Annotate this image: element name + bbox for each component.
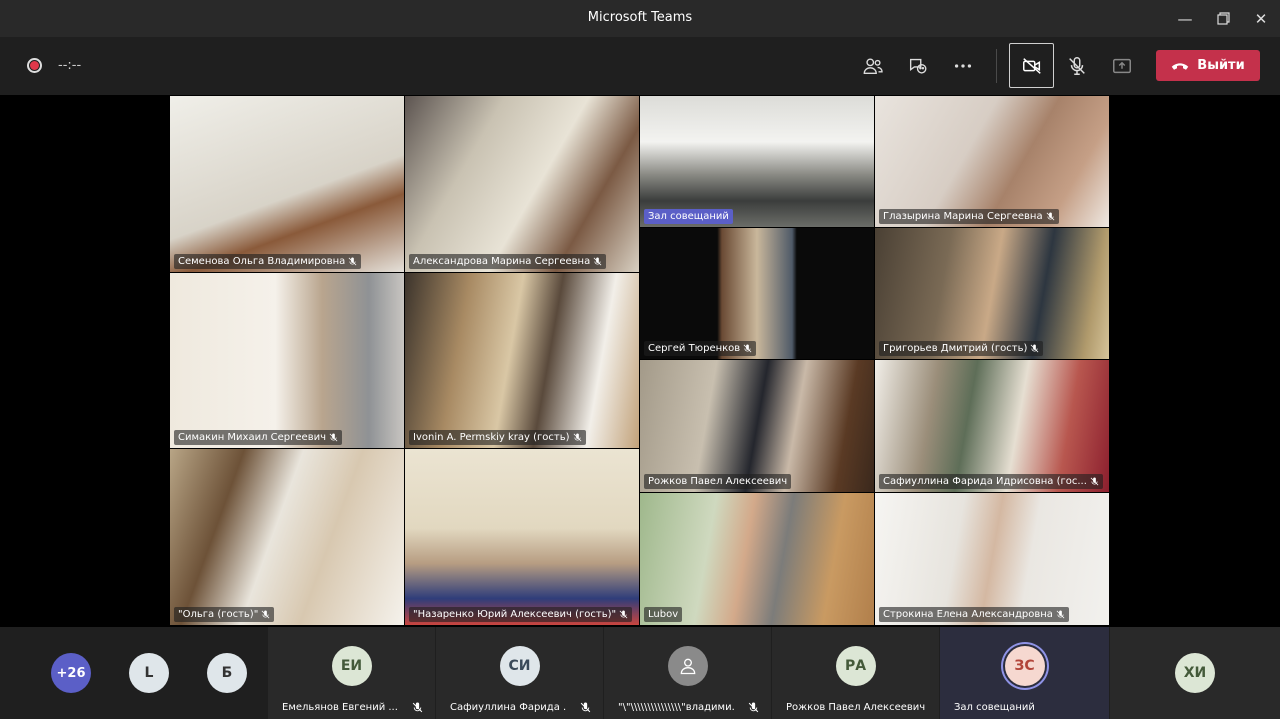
- overflow-count: +26: [51, 653, 91, 693]
- participant-avatar[interactable]: L: [124, 627, 174, 719]
- close-icon: ✕: [1254, 9, 1268, 28]
- video-tile[interactable]: Зал совещаний: [640, 96, 874, 227]
- toolbar-divider: [996, 49, 997, 83]
- people-icon: [863, 58, 883, 75]
- close-button[interactable]: ✕: [1242, 0, 1280, 37]
- minimize-icon: —: [1177, 9, 1193, 28]
- microphone-off-icon: [748, 702, 759, 713]
- participant-label: "Ольга (гость)": [174, 607, 275, 622]
- participant-label: Глазырина Марина Сергеевна: [879, 209, 1059, 224]
- microphone-icon: [743, 344, 752, 353]
- avatar-generic: [667, 646, 708, 686]
- chat-button[interactable]: [902, 50, 934, 82]
- meeting-toolbar: --:-- Выйти: [0, 37, 1280, 95]
- overflow-participants-button[interactable]: +26: [46, 627, 96, 719]
- microphone-icon: [1090, 477, 1099, 486]
- avatar-initials: Б: [207, 653, 247, 693]
- share-screen-button[interactable]: [1106, 50, 1138, 82]
- ellipsis-icon: [954, 64, 972, 68]
- hang-up-icon: [1172, 62, 1189, 70]
- participant-tile[interactable]: "\"\\\\\\\\\\\\\\\"владими...: [604, 627, 771, 719]
- video-grid: Семенова Ольга Владимировна Александрова…: [0, 95, 1280, 627]
- microphone-off-icon: [1069, 57, 1085, 75]
- video-tile[interactable]: "Назаренко Юрий Алексеевич (гость)": [405, 449, 639, 625]
- participant-tile[interactable]: ХИ: [1110, 627, 1280, 719]
- leave-label: Выйти: [1197, 58, 1245, 73]
- participant-name: Зал совещаний: [954, 702, 1035, 713]
- participant-tile[interactable]: СИ Сафиуллина Фарида ...: [436, 627, 603, 719]
- participant-strip: +26 L Б ЕИ Емельянов Евгений ... СИ Сафи…: [0, 627, 1280, 719]
- microphone-icon: [619, 610, 628, 619]
- video-tile[interactable]: Lubov: [640, 493, 874, 625]
- participant-label: Строкина Елена Александровна: [879, 607, 1069, 622]
- more-actions-button[interactable]: [947, 50, 979, 82]
- participant-label: Рожков Павел Алексеевич: [644, 474, 792, 489]
- participant-name: Емельянов Евгений ...: [282, 702, 398, 713]
- microphone-icon: [348, 257, 357, 266]
- camera-toggle-button[interactable]: [1009, 43, 1054, 88]
- participant-label: Александрова Марина Сергеевна: [409, 254, 607, 269]
- microphone-icon: [573, 433, 581, 442]
- participant-label: Зал совещаний: [644, 209, 733, 224]
- microphone-toggle-button[interactable]: [1061, 50, 1093, 82]
- avatar-initials: РА: [835, 646, 876, 686]
- camera-off-icon: [1022, 57, 1041, 74]
- microphone-icon: [261, 610, 270, 619]
- restore-button[interactable]: [1204, 0, 1242, 37]
- chat-icon: [909, 58, 927, 74]
- title-bar: Microsoft Teams — ✕: [0, 0, 1280, 37]
- participant-label: Григорьев Дмитрий (гость): [879, 341, 1044, 356]
- video-tile[interactable]: Сафиуллина Фарида Идрисовна (гос...: [875, 360, 1109, 492]
- participant-tile-speaking[interactable]: ЗС Зал совещаний: [940, 627, 1109, 719]
- microphone-icon: [1056, 610, 1065, 619]
- participant-name: "\"\\\\\\\\\\\\\\\"владими...: [618, 702, 734, 713]
- microphone-off-icon: [580, 702, 591, 713]
- leave-button[interactable]: Выйти: [1156, 50, 1260, 81]
- restore-icon: [1216, 12, 1230, 25]
- video-tile[interactable]: Симакин Михаил Сергеевич: [170, 273, 404, 448]
- microphone-icon: [1031, 344, 1039, 353]
- participant-label: Lubov: [644, 607, 683, 622]
- video-tile[interactable]: "Ольга (гость)": [170, 449, 404, 625]
- participant-tile[interactable]: ЕИ Емельянов Евгений ...: [268, 627, 435, 719]
- share-tray-icon: [1113, 58, 1131, 74]
- participant-label: Семенова Ольга Владимировна: [174, 254, 362, 269]
- participant-name: Сафиуллина Фарида ...: [450, 702, 566, 713]
- participant-name: Рожков Павел Алексеевич: [786, 702, 926, 713]
- video-tile[interactable]: Глазырина Марина Сергеевна: [875, 96, 1109, 227]
- participant-label: Сафиуллина Фарида Идрисовна (гос...: [879, 474, 1103, 489]
- participant-tile[interactable]: РА Рожков Павел Алексеевич: [772, 627, 939, 719]
- microphone-off-icon: [412, 702, 423, 713]
- person-icon: [680, 658, 695, 675]
- video-tile[interactable]: Григорьев Дмитрий (гость): [875, 228, 1109, 359]
- recording-icon: [27, 58, 42, 73]
- avatar-initials: СИ: [499, 646, 540, 686]
- participant-label: Симакин Михаил Сергеевич: [174, 430, 342, 445]
- video-tile[interactable]: Строкина Елена Александровна: [875, 493, 1109, 625]
- participants-button[interactable]: [857, 50, 889, 82]
- video-tile[interactable]: Сергей Тюренков: [640, 228, 874, 359]
- video-tile[interactable]: Александрова Марина Сергеевна: [405, 96, 639, 272]
- avatar-initials: L: [129, 653, 169, 693]
- video-tile[interactable]: Ivonin A. Permskiy kray (гость): [405, 273, 639, 448]
- meeting-timer: --:--: [58, 58, 82, 73]
- video-tile[interactable]: Семенова Ольга Владимировна: [170, 96, 404, 272]
- participant-label: Сергей Тюренков: [644, 341, 757, 356]
- participant-label: "Назаренко Юрий Алексеевич (гость)": [409, 607, 633, 622]
- participant-avatar[interactable]: Б: [202, 627, 252, 719]
- participant-label: Ivonin A. Permskiy kray (гость): [409, 430, 586, 445]
- microphone-icon: [1046, 212, 1054, 221]
- avatar-initials: ЕИ: [331, 646, 372, 686]
- avatar-initials: ЗС: [1004, 646, 1045, 686]
- avatar-initials: ХИ: [1175, 653, 1215, 693]
- minimize-button[interactable]: —: [1166, 0, 1204, 37]
- window-title: Microsoft Teams: [587, 10, 693, 25]
- video-tile[interactable]: Рожков Павел Алексеевич: [640, 360, 874, 492]
- microphone-icon: [329, 433, 338, 442]
- microphone-icon: [593, 257, 602, 266]
